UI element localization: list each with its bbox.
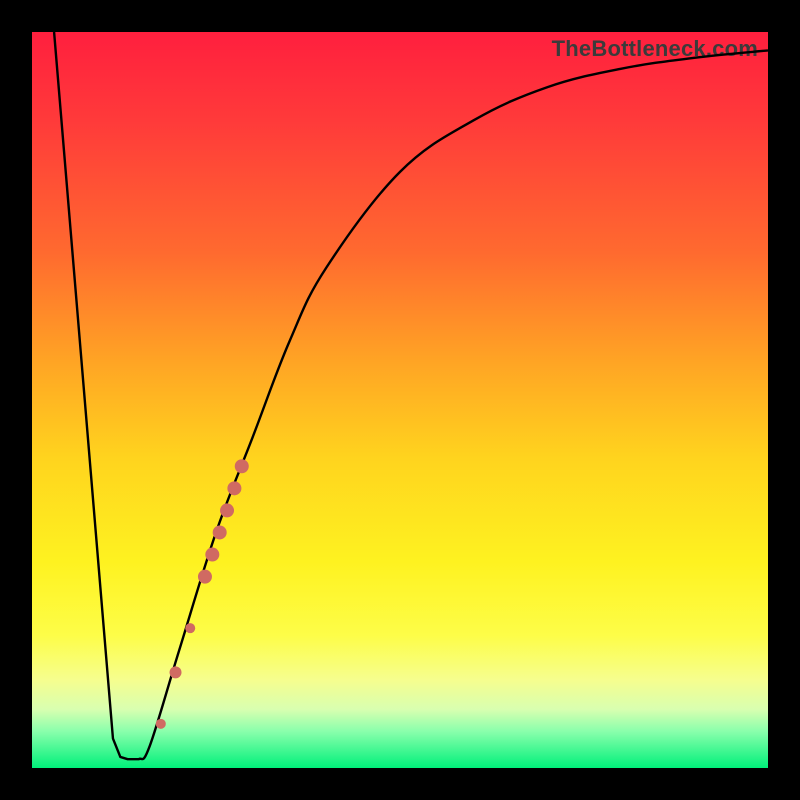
curve-marker	[185, 623, 195, 633]
curve-markers	[156, 459, 249, 729]
plot-area: TheBottleneck.com	[32, 32, 768, 768]
curve-marker	[198, 570, 212, 584]
curve-marker	[235, 459, 249, 473]
chart-frame: TheBottleneck.com	[0, 0, 800, 800]
curve-marker	[205, 548, 219, 562]
bottleneck-curve	[54, 32, 768, 759]
curve-marker	[213, 525, 227, 539]
curve-marker	[220, 503, 234, 517]
curve-svg	[32, 32, 768, 768]
curve-marker	[156, 719, 166, 729]
curve-marker	[227, 481, 241, 495]
curve-marker	[170, 666, 182, 678]
